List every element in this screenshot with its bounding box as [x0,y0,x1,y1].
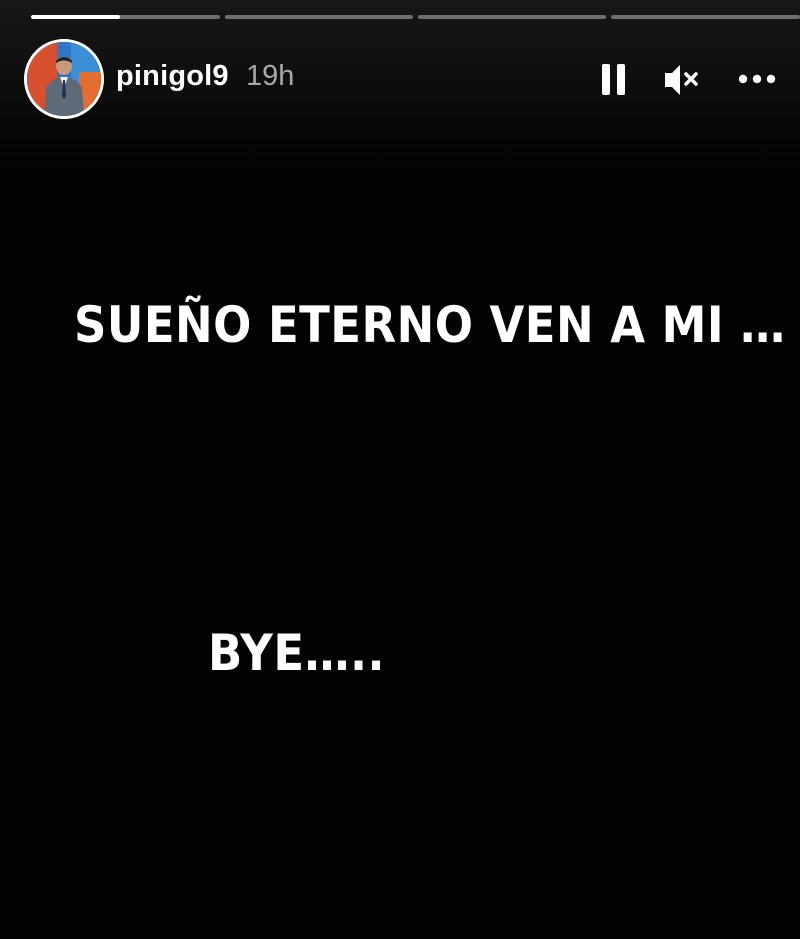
progress-segment [418,15,606,19]
username-link[interactable]: pinigol9 [116,60,229,93]
progress-segment [611,15,800,19]
avatar-photo [27,42,101,116]
progress-segment-fill [31,15,120,19]
avatar[interactable] [24,39,104,119]
progress-segment [225,15,413,19]
story-progress [31,15,800,20]
story-text-line: BYE….. [208,624,386,682]
post-time: 19h [246,60,295,92]
more-options-icon[interactable] [733,56,781,104]
speaker-muted-icon[interactable] [656,56,704,104]
pause-icon[interactable] [590,56,638,104]
story-text-line: SUEÑO ETERNO VEN A MI … [74,296,786,354]
progress-segment [31,15,220,19]
story-viewer[interactable]: pinigol9 19h SUEÑO ETERNO VEN A MI … BYE… [0,0,800,939]
